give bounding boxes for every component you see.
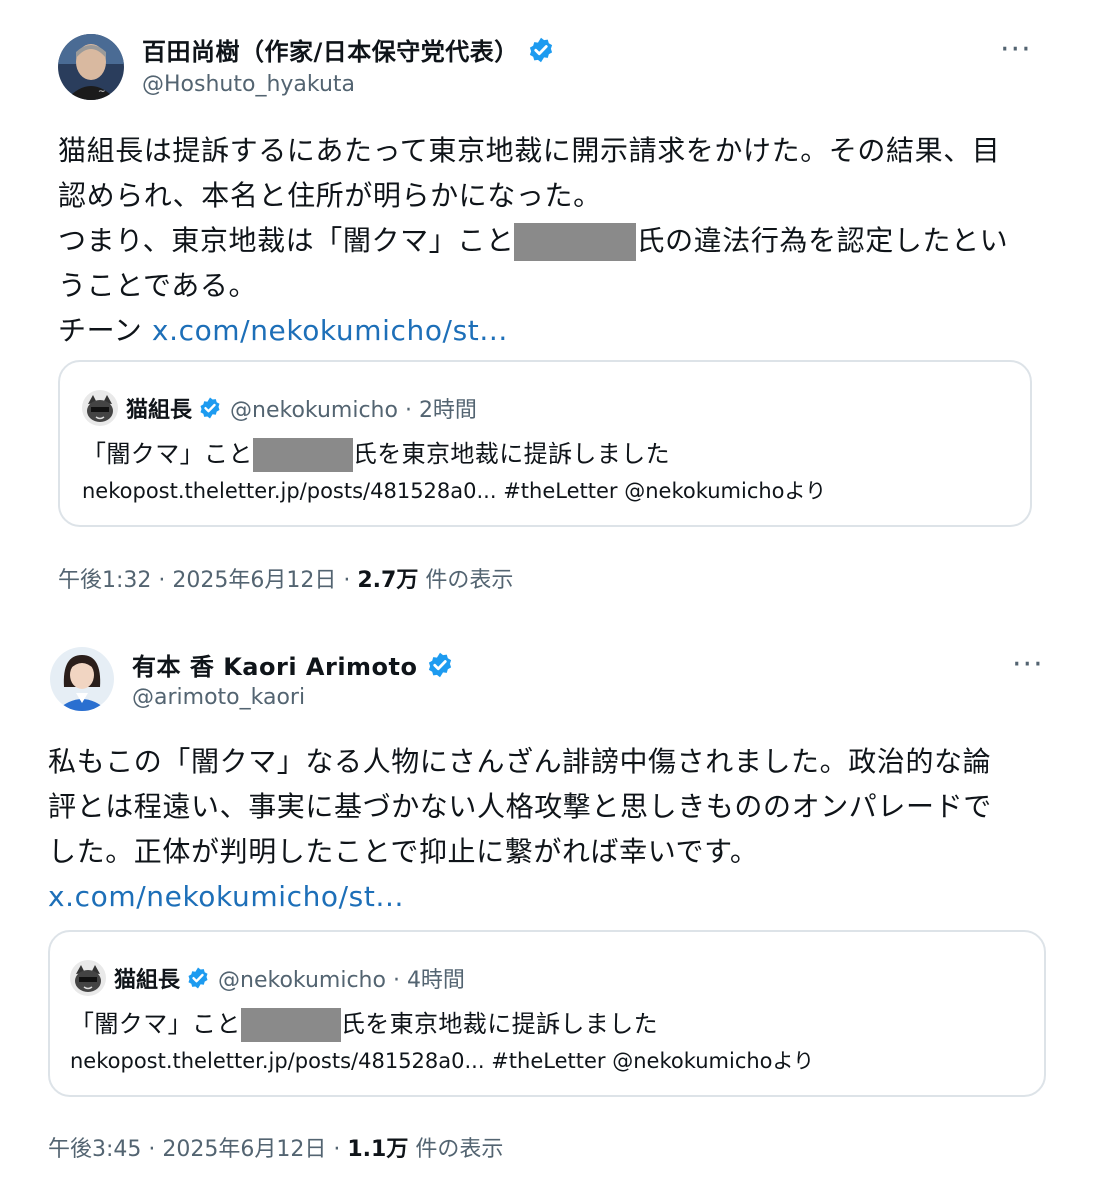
body-line: チーン x.com/nekokumicho/st... [58, 308, 1008, 353]
author-avatar[interactable]: ~ [58, 34, 124, 100]
tweet-body: 私もこの「闇クマ」なる人物にさんざん誹謗中傷されました。政治的な論 評とは程遠い… [48, 739, 992, 919]
author-name[interactable]: 百田尚樹（作家/日本保守党代表） [142, 32, 519, 67]
quoted-text-part: 「闇クマ」こと [82, 440, 253, 468]
svg-text:~: ~ [98, 87, 106, 97]
quoted-author-name[interactable]: 猫組長 [126, 392, 192, 424]
verified-badge-icon [529, 37, 552, 62]
body-line: 評とは程遠い、事実に基づかない人格攻撃と思しきもののオンパレードで [48, 790, 992, 823]
author-handle[interactable]: @Hoshuto_hyakuta [142, 72, 355, 97]
quoted-text: 「闇クマ」こと 氏を東京地裁に提訴しました [82, 434, 670, 472]
author-avatar[interactable] [50, 647, 114, 711]
timestamp[interactable]: 午後1:32 · 2025年6月12日 · [58, 568, 357, 593]
quoted-handle-time: @nekokumicho · 4時間 [218, 968, 465, 993]
redaction-block [240, 1008, 341, 1042]
body-text: 氏の違法行為を認定したとい [636, 224, 1009, 257]
quoted-author-avatar[interactable] [70, 960, 106, 996]
body-text: チーン [58, 314, 152, 347]
verified-badge-icon [428, 652, 451, 677]
body-line: つまり、東京地裁は「闇クマ」こと 氏の違法行為を認定したとい [58, 218, 1008, 263]
author-handle[interactable]: @arimoto_kaori [132, 685, 305, 710]
quoted-text-part: 氏を東京地裁に提訴しました [352, 440, 671, 468]
quoted-text-part: 「闇クマ」こと [70, 1010, 241, 1038]
quoted-author-name[interactable]: 猫組長 [114, 962, 180, 994]
quoted-text: 「闇クマ」こと 氏を東京地裁に提訴しました [70, 1004, 658, 1042]
tweet-meta: 午後1:32 · 2025年6月12日 · 2.7万 件の表示 [58, 562, 513, 594]
body-text: つまり、東京地裁は「闇クマ」こと [58, 224, 515, 257]
author-name[interactable]: 有本 香 Kaori Arimoto [132, 647, 418, 682]
timestamp[interactable]: 午後3:45 · 2025年6月12日 · [48, 1137, 347, 1162]
redaction-block [514, 223, 637, 261]
body-line: 私もこの「闇クマ」なる人物にさんざん誹謗中傷されました。政治的な論 [48, 745, 992, 778]
quoted-author-avatar[interactable] [82, 390, 118, 426]
quoted-url-line[interactable]: nekopost.theletter.jp/posts/481528a0... … [70, 1045, 814, 1075]
view-label: 件の表示 [408, 1137, 504, 1162]
more-options-icon[interactable]: ··· [1012, 650, 1044, 680]
view-label: 件の表示 [418, 568, 514, 593]
more-options-icon[interactable]: ··· [1000, 35, 1032, 65]
verified-badge-icon [188, 967, 208, 989]
tweet-link[interactable]: x.com/nekokumicho/st... [48, 880, 404, 913]
redaction-block [252, 438, 353, 472]
view-count: 2.7万 [357, 568, 419, 593]
body-line: 認められ、本名と住所が明らかになった。 [58, 179, 602, 212]
view-count: 1.1万 [347, 1137, 409, 1162]
quoted-tweet[interactable]: 猫組長 @nekokumicho · 2時間 「闇クマ」こと 氏を東京地裁に提訴し… [58, 360, 1032, 527]
quoted-handle-time: @nekokumicho · 2時間 [230, 398, 477, 423]
tweet-link[interactable]: x.com/nekokumicho/st... [152, 314, 508, 347]
quoted-text-part: 氏を東京地裁に提訴しました [340, 1010, 659, 1038]
body-line: うことである。 [58, 269, 258, 302]
body-line: 猫組長は提訴するにあたって東京地裁に開示請求をかけた。その結果、目 [58, 134, 1001, 167]
quoted-url-line[interactable]: nekopost.theletter.jp/posts/481528a0... … [82, 475, 826, 505]
quoted-tweet[interactable]: 猫組長 @nekokumicho · 4時間 「闇クマ」こと 氏を東京地裁に提訴し… [48, 930, 1046, 1097]
body-line: した。正体が判明したことで抑止に繋がれば幸いです。 [48, 835, 759, 868]
tweet-meta: 午後3:45 · 2025年6月12日 · 1.1万 件の表示 [48, 1131, 503, 1163]
verified-badge-icon [200, 397, 220, 419]
tweet-body: 猫組長は提訴するにあたって東京地裁に開示請求をかけた。その結果、目 認められ、本… [58, 128, 1008, 353]
